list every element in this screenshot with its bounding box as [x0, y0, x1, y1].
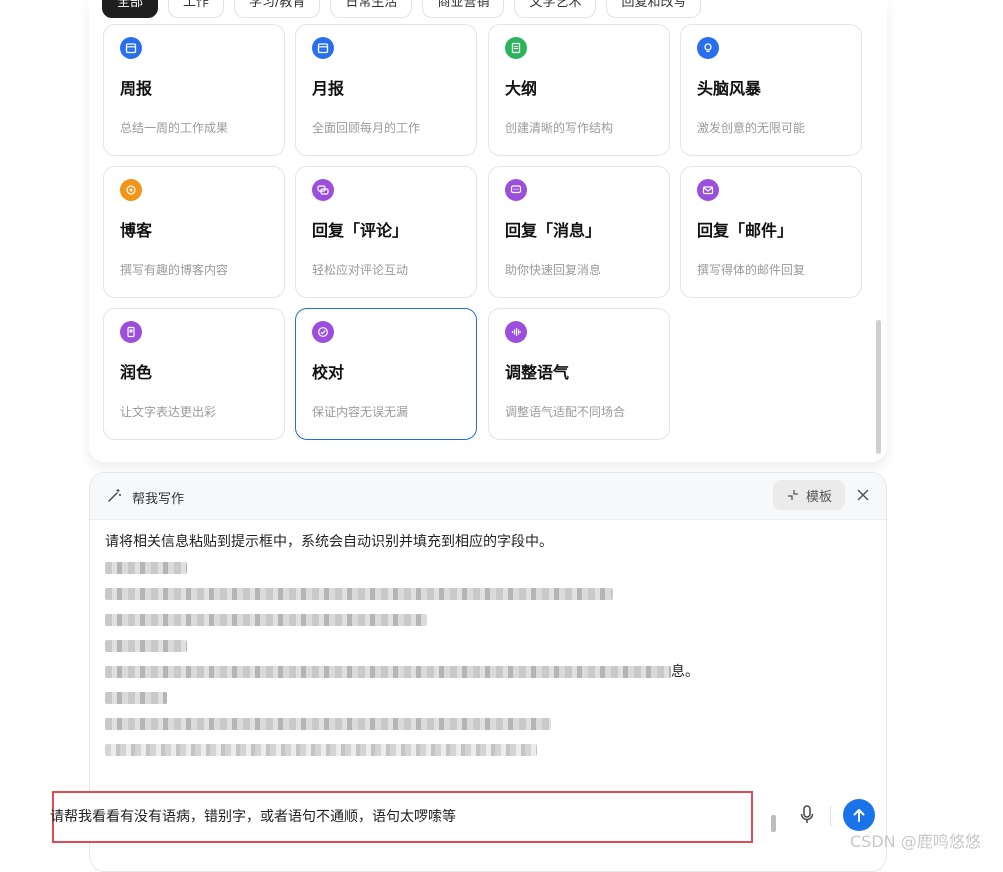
magic-wand-icon	[108, 489, 121, 502]
broadcast-icon	[120, 179, 142, 201]
write-panel-header: 帮我写作 模板	[90, 473, 886, 520]
template-toggle-button[interactable]: 模板	[773, 480, 845, 510]
intro-text: 请将相关信息粘贴到提示框中，系统会自动识别并填充到相应的字段中。	[105, 534, 553, 550]
envelope-icon	[697, 179, 719, 201]
card-title: 博客	[120, 221, 153, 240]
lightbulb-icon	[697, 37, 719, 59]
blurred-line	[105, 555, 805, 581]
card-desc: 助你快速回复消息	[505, 263, 602, 277]
pasted-content: 请将相关信息粘贴到提示框中，系统会自动识别并填充到相应的字段中。 息。	[105, 529, 805, 763]
template-card-outline[interactable]: 大纲 创建清晰的写作结构	[488, 24, 670, 156]
template-card-monthly-report[interactable]: 月报 全面回顾每月的工作	[295, 24, 477, 156]
tab-business-marketing[interactable]: 商业营销	[422, 0, 505, 18]
partial-text: 息。	[671, 664, 699, 680]
check-badge-icon	[312, 321, 334, 343]
template-card-blog[interactable]: 博客 撰写有趣的博客内容	[103, 166, 285, 298]
card-title: 回复「邮件」	[697, 221, 794, 240]
template-card-reply-message[interactable]: 回复「消息」 助你快速回复消息	[488, 166, 670, 298]
template-card-weekly-report[interactable]: 周报 总结一周的工作成果	[103, 24, 285, 156]
card-title: 润色	[120, 363, 153, 382]
microphone-icon[interactable]	[798, 804, 816, 826]
blurred-line	[105, 633, 805, 659]
chat-bubbles-icon	[312, 179, 334, 201]
arrow-up-icon	[853, 809, 865, 822]
template-button-label: 模板	[805, 489, 832, 505]
template-card-reply-email[interactable]: 回复「邮件」 撰写得体的邮件回复	[680, 166, 862, 298]
input-scrollbar	[771, 815, 776, 832]
template-card-polish[interactable]: 润色 让文字表达更出彩	[103, 308, 285, 440]
tab-daily-life[interactable]: 日常生活	[330, 0, 413, 18]
tab-all[interactable]: 全部	[102, 0, 159, 18]
calendar-icon	[312, 37, 334, 59]
tab-literature-art[interactable]: 文学艺术	[514, 0, 597, 18]
collapse-icon	[787, 490, 798, 500]
write-panel-title: 帮我写作	[132, 492, 185, 507]
send-button[interactable]	[843, 799, 875, 831]
card-desc: 保证内容无误无漏	[312, 405, 409, 419]
toolbar-divider	[830, 806, 831, 826]
tab-work[interactable]: 工作	[168, 0, 225, 18]
card-desc: 创建清晰的写作结构	[505, 121, 614, 135]
blurred-line	[105, 737, 805, 763]
watermark: CSDN @鹿鸣悠悠	[850, 832, 981, 851]
sound-wave-icon	[505, 321, 527, 343]
message-icon	[505, 179, 527, 201]
card-desc: 总结一周的工作成果	[120, 121, 229, 135]
blurred-line	[105, 711, 805, 737]
card-desc: 轻松应对评论互动	[312, 263, 409, 277]
calendar-icon	[120, 37, 142, 59]
blurred-line: 息。	[105, 659, 805, 685]
template-panel: 全部 工作 学习/教育 日常生活 商业营销 文学艺术 回复和改写 周报 总结一周…	[89, 0, 887, 462]
blurred-line	[105, 581, 805, 607]
card-title: 回复「消息」	[505, 221, 602, 240]
card-title: 调整语气	[505, 363, 570, 382]
card-desc: 撰写有趣的博客内容	[120, 263, 229, 277]
card-title: 校对	[312, 363, 345, 382]
card-title: 回复「评论」	[312, 221, 409, 240]
close-icon[interactable]	[854, 486, 872, 504]
document-icon	[505, 37, 527, 59]
tab-reply-rewrite[interactable]: 回复和改写	[606, 0, 702, 18]
card-title: 月报	[312, 79, 345, 98]
card-desc: 全面回顾每月的工作	[312, 121, 421, 135]
blurred-line	[105, 607, 805, 633]
template-card-proofread[interactable]: 校对 保证内容无误无漏	[295, 308, 477, 440]
blurred-line	[105, 685, 805, 711]
card-title: 头脑风暴	[697, 79, 762, 98]
category-tabs: 全部 工作 学习/教育 日常生活 商业营销 文学艺术 回复和改写	[102, 0, 702, 20]
card-title: 周报	[120, 79, 153, 98]
template-card-adjust-tone[interactable]: 调整语气 调整语气适配不同场合	[488, 308, 670, 440]
card-desc: 撰写得体的邮件回复	[697, 263, 806, 277]
card-desc: 让文字表达更出彩	[120, 405, 217, 419]
card-desc: 调整语气适配不同场合	[505, 405, 626, 419]
template-panel-scrollbar[interactable]	[876, 320, 881, 454]
prompt-input-text[interactable]: 请帮我看看有没有语病，错别字，或者语句不通顺，语句太啰嗦等	[50, 806, 456, 826]
polish-icon	[120, 321, 142, 343]
card-desc: 激发创意的无限可能	[697, 121, 806, 135]
tab-study-education[interactable]: 学习/教育	[234, 0, 321, 18]
template-card-brainstorm[interactable]: 头脑风暴 激发创意的无限可能	[680, 24, 862, 156]
template-card-reply-comment[interactable]: 回复「评论」 轻松应对评论互动	[295, 166, 477, 298]
card-title: 大纲	[505, 79, 538, 98]
